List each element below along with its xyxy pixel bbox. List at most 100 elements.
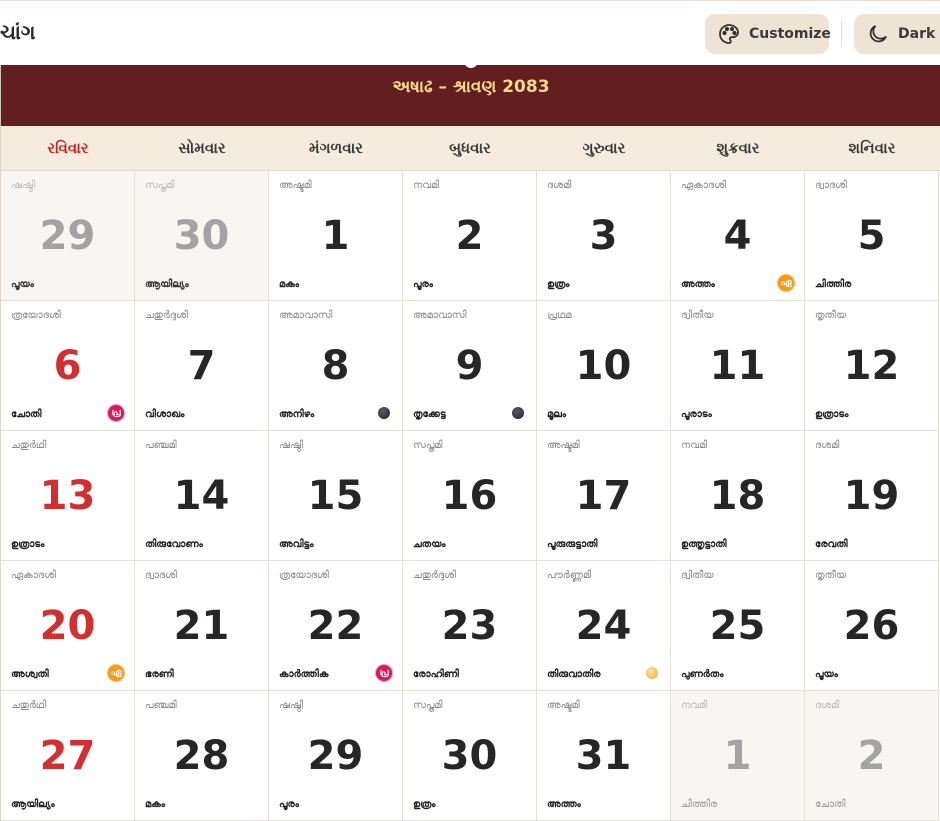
top-bar: ચાંગ Customize Dark [0,0,940,65]
day-cell[interactable]: നവമി 18 ഉത്തൃട്ടാതി [671,431,805,561]
calendar-weeks: ഷഷ്ഠി 29 പൂയം സപ്തമി 30 ആയില്യം അഷ്ടമി 1 മകം നവമി… [1,171,940,821]
day-cell[interactable]: ദ്വാദശി 21 ഭരണി [135,561,269,691]
nakshatra-label: ഉത്രാടം [11,539,45,550]
nakshatra-label: പൂരുരുട്ടാതി [547,539,598,550]
moon-icon [869,25,887,43]
customize-label: Customize [749,26,831,42]
day-cell[interactable]: സപ്തമി 16 ചതയം [403,431,537,561]
day-cell[interactable]: ദശമി 19 രേവതി [805,431,939,561]
day-cell[interactable]: ഷഷ്ഠി 29 പൂരം [269,691,403,821]
day-cell[interactable]: അമാവാസി 9 തൃക്കേട്ട [403,301,537,431]
tithi-label: ഷഷ്ഠി [279,440,304,451]
calendar-week-row: ത്രയോദശി 6 ചോതി പ്ര ചതുർദ്ദശി 7 വിശാഖം അമാവാസി 8… [1,301,940,431]
nakshatra-label: കാർത്തിക [279,669,329,680]
app-title: ચાંગ [0,20,36,44]
weekday-saturday: શનિવાર [848,139,896,157]
day-number: 22 [307,603,364,649]
ekadashi-badge: ഏ [778,275,794,291]
day-number: 7 [187,343,216,389]
day-number: 23 [441,603,498,649]
day-cell[interactable]: ഏകാദശി 4 അത്തം ഏ [671,171,805,301]
nakshatra-label: ചിത്തിര [681,799,718,810]
day-number: 4 [723,213,752,259]
nakshatra-label: ആയില്യം [145,279,189,290]
day-cell[interactable]: അമാവാസി 8 അനിഴം [269,301,403,431]
nakshatra-label: മകം [145,799,166,810]
full-moon-icon [646,667,658,679]
day-cell[interactable]: ചതുർഥി 13 ഉത്രാടം [1,431,135,561]
day-number: 16 [441,473,498,519]
nakshatra-label: ആയില്യം [11,799,55,810]
day-cell[interactable]: ഷഷ്ഠി 15 അവിട്ടം [269,431,403,561]
tithi-label: ദശമി [815,440,840,451]
day-number: 9 [455,343,484,389]
day-cell[interactable]: ഏകാദശി 20 അശ്വതി ഏ [1,561,135,691]
day-cell[interactable]: ചതുർദ്ദശി 23 രോഹിണി [403,561,537,691]
tithi-label: ദ്വിതീയ [681,310,714,321]
weekday-friday: શુક્રવાર [716,139,760,157]
customize-button[interactable]: Customize [705,14,831,54]
day-cell[interactable]: പഞ്ചമി 14 തിരുവോണം [135,431,269,561]
day-cell[interactable]: സപ്തമി 30 ഉത്രം [403,691,537,821]
nakshatra-label: തൃക്കേട്ട [413,409,446,420]
day-cell[interactable]: അഷ്ടമി 31 അത്തം [537,691,671,821]
nakshatra-label: ഉത്രാടം [815,409,849,420]
day-number: 1 [321,213,350,259]
day-cell[interactable]: നവമി 2 പൂരം [403,171,537,301]
day-cell[interactable]: ചതുർഥി 27 ആയില്യം [1,691,135,821]
tithi-label: ചതുർഥി [11,700,47,711]
weekday-sunday: રવિવાર [47,139,89,157]
nakshatra-label: ഭരണി [145,669,174,680]
day-cell[interactable]: നവമി 1 ചിത്തിര [671,691,805,821]
day-number: 15 [307,473,364,519]
day-cell[interactable]: ഷഷ്ഠി 29 പൂയം [1,171,135,301]
tithi-label: ത്രയോദശി [11,310,61,321]
day-cell[interactable]: ത്രയോദശി 22 കാർത്തിക പ്ര [269,561,403,691]
dark-mode-button[interactable]: Dark [854,14,940,54]
day-cell[interactable]: ദ്വിതീയ 25 പുണർതം [671,561,805,691]
day-number: 12 [843,343,900,389]
day-cell[interactable]: പൗർണ്ണമി 24 തിരുവാതിര [537,561,671,691]
nakshatra-label: പുണർതം [681,669,724,680]
weekday-tuesday: મંગળવાર [308,139,363,157]
nakshatra-label: അത്തം [681,279,715,290]
day-cell[interactable]: പ്രഥമ 10 മൂലം [537,301,671,431]
nakshatra-label: തിരുവാതിര [547,669,601,680]
tithi-label: സപ്തമി [413,440,443,451]
day-number: 13 [39,473,96,519]
weekday-thursday: ગુરુવાર [582,139,626,157]
day-cell[interactable]: സപ്തമി 30 ആയില്യം [135,171,269,301]
day-cell[interactable]: തൃതീയ 26 പൂയം [805,561,939,691]
day-cell[interactable]: ദ്വിതീയ 11 പൂരാടം [671,301,805,431]
nakshatra-label: ചതയം [413,539,446,550]
day-cell[interactable]: തൃതീയ 12 ഉത്രാടം [805,301,939,431]
day-cell[interactable]: പഞ്ചമി 28 മകം [135,691,269,821]
day-number: 27 [39,733,96,779]
day-number: 3 [589,213,618,259]
calendar-week-row: ഏകാദശി 20 അശ്വതി ഏ ദ്വാദശി 21 ഭരണി ത്രയോദശി 22 കാ… [1,561,940,691]
tithi-label: ചതുർഥി [11,440,47,451]
day-number: 25 [709,603,766,649]
day-number: 24 [575,603,632,649]
day-number: 28 [173,733,230,779]
weekday-header: રવિવાર સોમવાર મંગળવાર બુધવાર ગુરુવાર શુક… [1,126,940,171]
nakshatra-label: ഉത്തൃട്ടാതി [681,539,727,550]
tithi-label: പൗർണ്ണമി [547,570,592,581]
nakshatra-label: ചോതി [11,409,42,420]
day-cell[interactable]: ദശമി 3 ഉത്രം [537,171,671,301]
day-cell[interactable]: ദശമി 2 ചോതി [805,691,939,821]
day-number: 26 [843,603,900,649]
day-cell[interactable]: അഷ്ടമി 17 പൂരുരുട്ടാതി [537,431,671,561]
day-cell[interactable]: ദ്വാദശി 5 ചിത്തിര [805,171,939,301]
day-cell[interactable]: ചതുർദ്ദശി 7 വിശാഖം [135,301,269,431]
nakshatra-label: തിരുവോണം [145,539,203,550]
day-cell[interactable]: ത്രയോദശി 6 ചോതി പ്ര [1,301,135,431]
day-number: 1 [723,733,752,779]
day-cell[interactable]: അഷ്ടമി 1 മകം [269,171,403,301]
day-number: 11 [709,343,766,389]
tithi-label: ഷഷ്ഠി [11,180,36,191]
day-number: 5 [857,213,886,259]
tithi-label: ഏകാദശി [681,180,726,191]
nakshatra-label: പൂയം [11,279,34,290]
day-number: 2 [857,733,886,779]
